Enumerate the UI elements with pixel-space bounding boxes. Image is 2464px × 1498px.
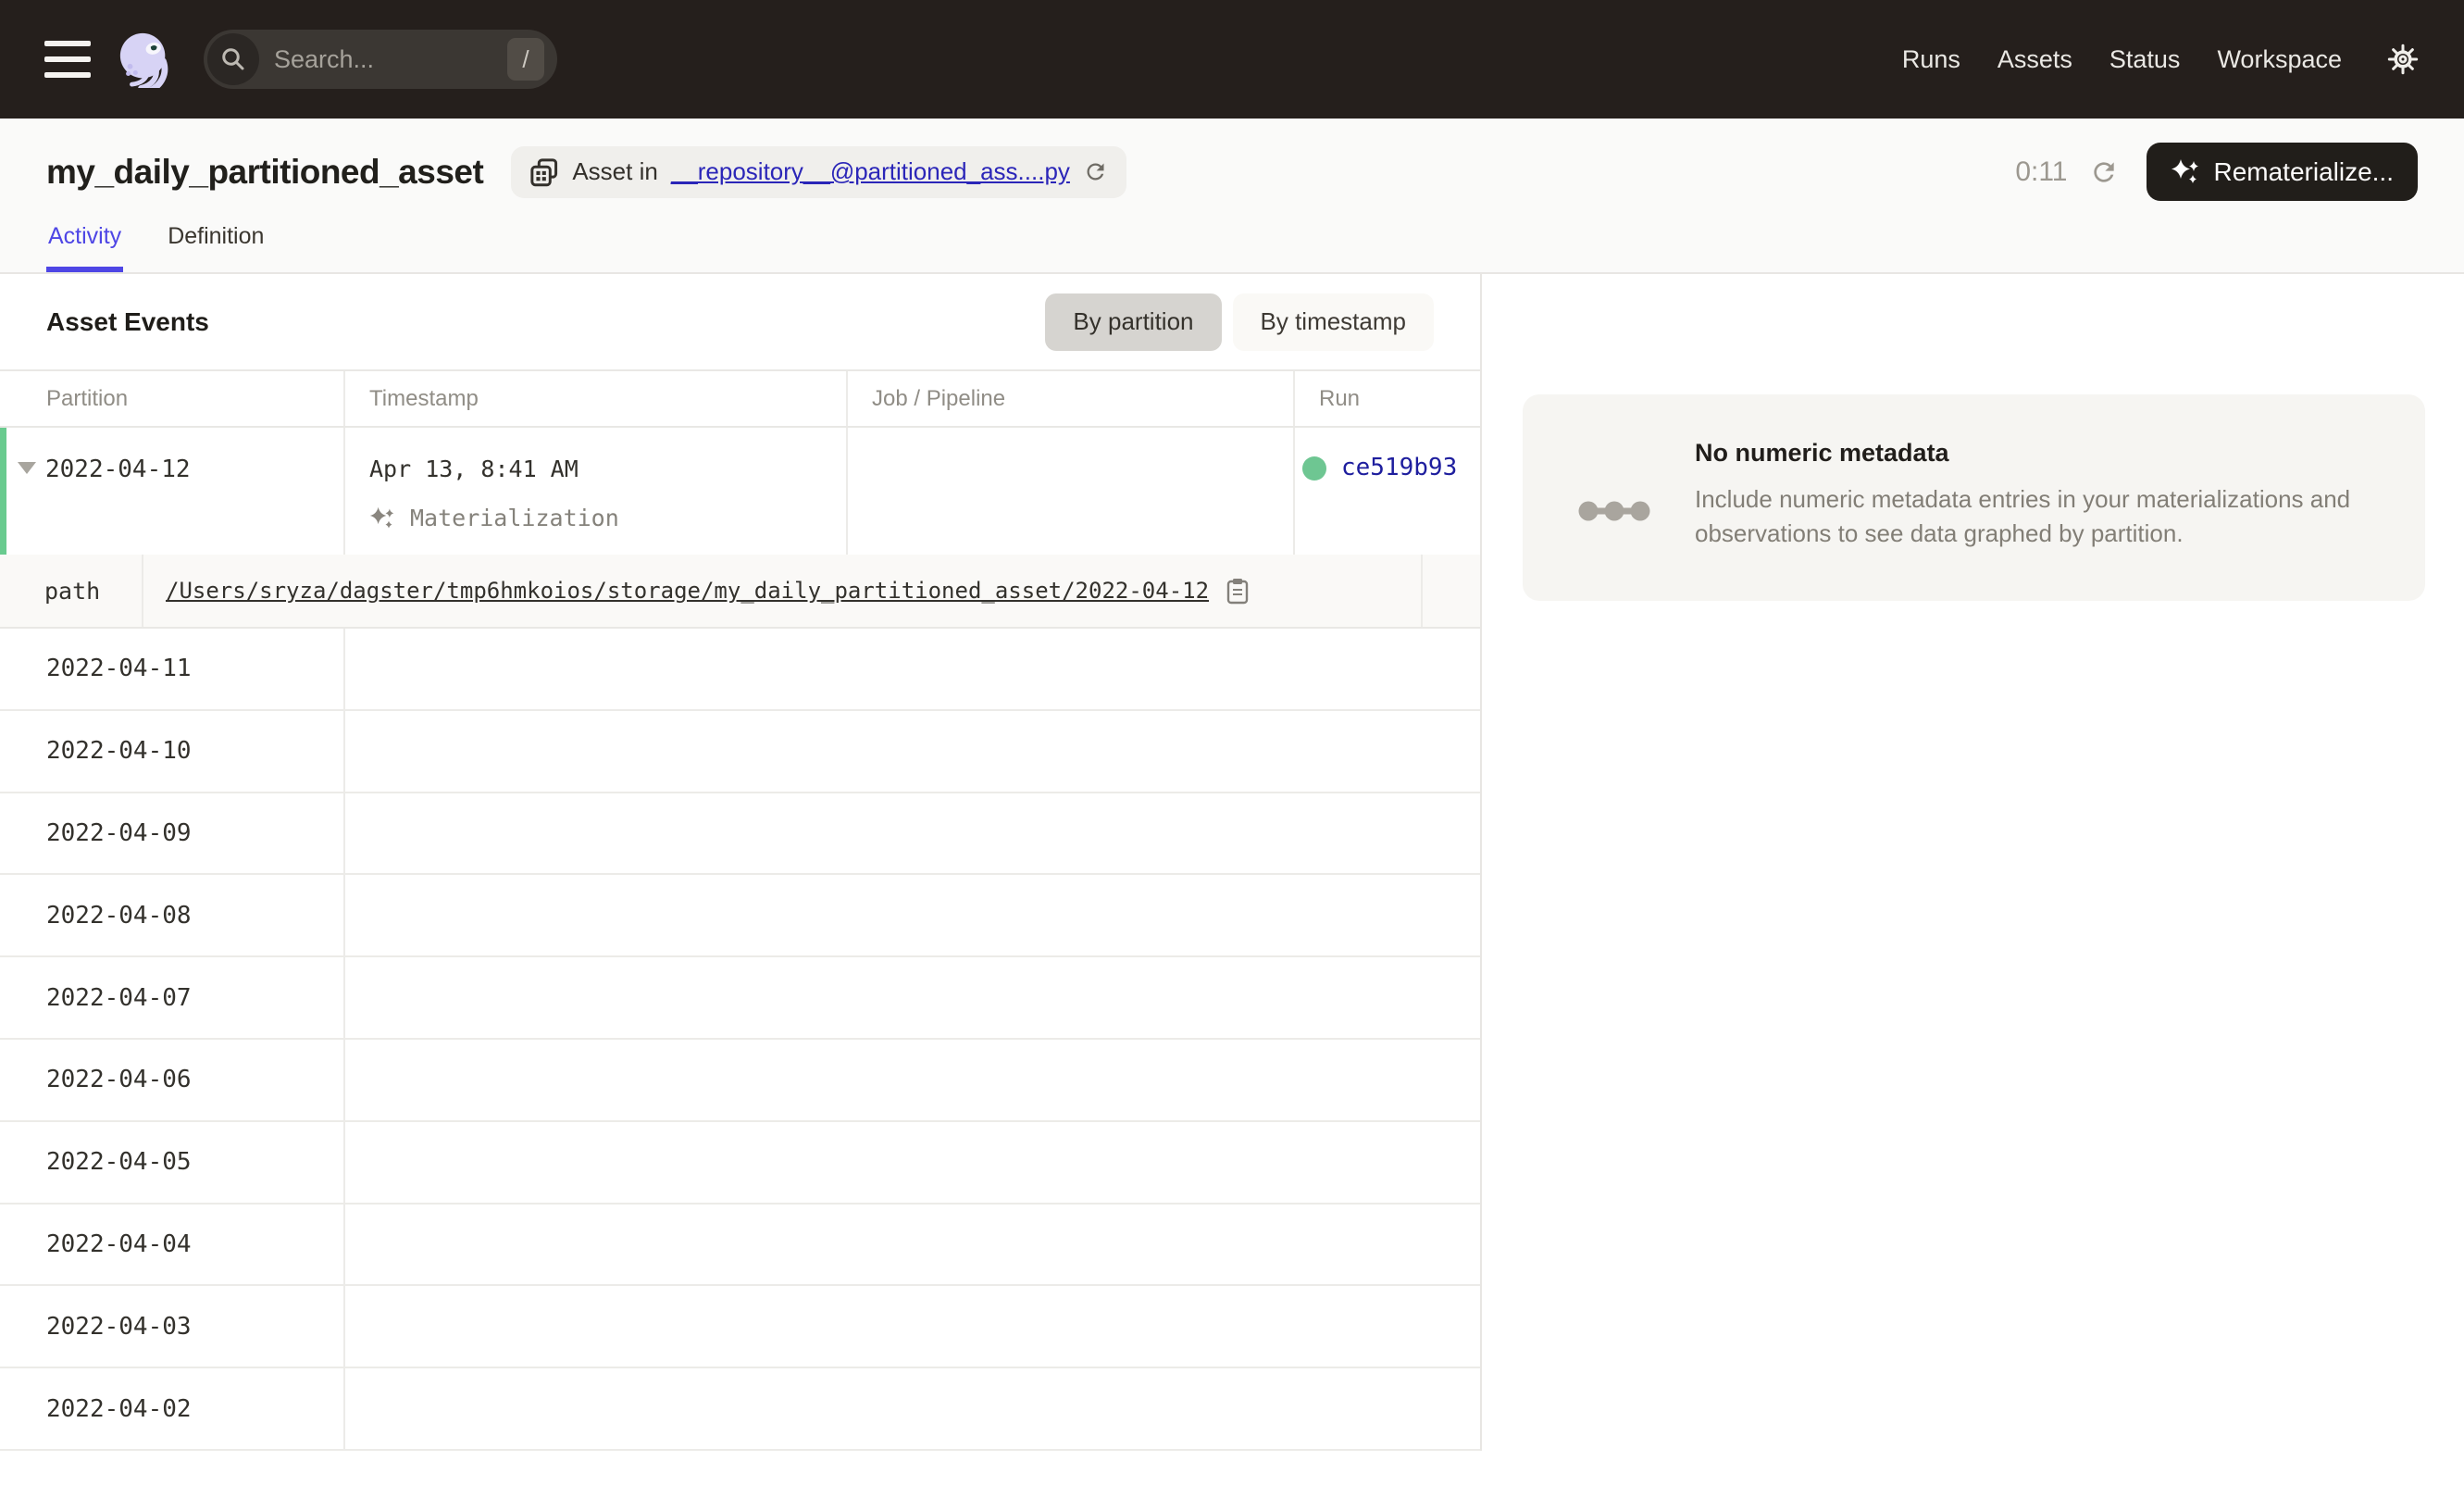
asset-in-label: Asset in bbox=[572, 157, 658, 186]
column-header-partition: Partition bbox=[0, 371, 345, 426]
asset-events-panel: Asset Events By partition By timestamp P… bbox=[0, 274, 1482, 1451]
partition-label: 2022-04-06 bbox=[46, 1066, 192, 1093]
nav-link-status[interactable]: Status bbox=[2109, 45, 2181, 74]
job-pipeline-cell bbox=[848, 428, 1295, 555]
dagster-logo[interactable] bbox=[117, 31, 174, 88]
partition-label: 2022-04-09 bbox=[46, 819, 192, 847]
partition-label: 2022-04-02 bbox=[46, 1395, 192, 1423]
tab-definition[interactable]: Definition bbox=[166, 223, 266, 272]
partition-row-expanded[interactable]: 2022-04-12 Apr 13, 8:41 AM Materializati… bbox=[0, 428, 1480, 555]
partition-row[interactable]: 2022-04-02 bbox=[0, 1368, 1480, 1451]
graph-beads-icon bbox=[1578, 496, 1650, 526]
partition-label: 2022-04-10 bbox=[46, 737, 192, 765]
partition-label: 2022-04-08 bbox=[46, 902, 192, 930]
partition-metadata-panel: No numeric metadata Include numeric meta… bbox=[1482, 274, 2464, 1451]
page-title: my_daily_partitioned_asset bbox=[46, 153, 483, 192]
partition-label: 2022-04-11 bbox=[46, 655, 192, 682]
partition-row[interactable]: 2022-04-05 bbox=[0, 1122, 1480, 1205]
column-header-run: Run bbox=[1295, 371, 1480, 426]
run-status-dot bbox=[1302, 456, 1326, 481]
column-header-job-pipeline: Job / Pipeline bbox=[848, 371, 1295, 426]
partition-label: 2022-04-12 bbox=[45, 456, 191, 483]
event-type-label: Materialization bbox=[410, 505, 619, 531]
search-bar[interactable]: / bbox=[204, 30, 557, 89]
partition-label: 2022-04-04 bbox=[46, 1230, 192, 1258]
column-header-timestamp: Timestamp bbox=[345, 371, 848, 426]
dagster-app: / Runs Assets Status Workspace bbox=[0, 0, 2464, 1498]
no-numeric-metadata-card: No numeric metadata Include numeric meta… bbox=[1523, 394, 2425, 601]
nav-link-runs[interactable]: Runs bbox=[1902, 45, 1960, 74]
partition-row[interactable]: 2022-04-10 bbox=[0, 711, 1480, 793]
top-nav: / Runs Assets Status Workspace bbox=[0, 0, 2464, 119]
events-view-toggle: By partition By timestamp bbox=[1045, 293, 1434, 351]
metadata-path-row: path /Users/sryza/dagster/tmp6hmkoios/st… bbox=[0, 555, 1480, 629]
refresh-icon[interactable] bbox=[2089, 157, 2119, 187]
partition-row[interactable]: 2022-04-09 bbox=[0, 793, 1480, 876]
partition-row[interactable]: 2022-04-03 bbox=[0, 1286, 1480, 1368]
asset-in-badge: Asset in __repository__@partitioned_ass.… bbox=[511, 146, 1126, 198]
reload-definition-icon[interactable] bbox=[1083, 159, 1108, 184]
search-shortcut-badge: / bbox=[507, 38, 544, 81]
collapse-caret-icon[interactable] bbox=[18, 462, 36, 474]
search-icon bbox=[207, 33, 259, 85]
partition-label: 2022-04-03 bbox=[46, 1313, 192, 1341]
nav-links: Runs Assets Status Workspace bbox=[1902, 43, 2420, 76]
event-timestamp: Apr 13, 8:41 AM bbox=[369, 456, 579, 482]
metadata-card-title: No numeric metadata bbox=[1695, 439, 2370, 468]
by-partition-button[interactable]: By partition bbox=[1045, 293, 1221, 351]
tab-bar: Activity Definition bbox=[46, 223, 2418, 272]
asset-repository-link[interactable]: __repository__@partitioned_ass....py bbox=[671, 157, 1070, 186]
copy-path-icon[interactable] bbox=[1226, 577, 1250, 605]
page-header: my_daily_partitioned_asset Asset in __re… bbox=[0, 119, 2464, 274]
metadata-card-body: Include numeric metadata entries in your… bbox=[1695, 482, 2370, 551]
by-timestamp-button[interactable]: By timestamp bbox=[1233, 293, 1435, 351]
run-id-link[interactable]: ce519b93 bbox=[1341, 454, 1457, 481]
rematerialize-button[interactable]: Rematerialize... bbox=[2147, 143, 2418, 201]
metadata-path-link[interactable]: /Users/sryza/dagster/tmp6hmkoios/storage… bbox=[166, 578, 1209, 604]
settings-gear-icon[interactable] bbox=[2386, 43, 2420, 76]
partition-row[interactable]: 2022-04-08 bbox=[0, 875, 1480, 957]
materialized-indicator-strip bbox=[0, 428, 6, 555]
hamburger-menu-icon[interactable] bbox=[44, 41, 91, 78]
asset-group-icon bbox=[529, 157, 559, 187]
partition-row[interactable]: 2022-04-11 bbox=[0, 629, 1480, 711]
nav-link-workspace[interactable]: Workspace bbox=[2217, 45, 2342, 74]
asset-events-heading: Asset Events bbox=[46, 307, 209, 337]
search-input[interactable] bbox=[274, 45, 441, 74]
tab-activity[interactable]: Activity bbox=[46, 223, 123, 272]
partition-row[interactable]: 2022-04-06 bbox=[0, 1040, 1480, 1122]
sparkle-icon bbox=[2171, 158, 2200, 186]
partition-label: 2022-04-05 bbox=[46, 1148, 192, 1176]
partition-label: 2022-04-07 bbox=[46, 984, 192, 1012]
materialization-sparkle-icon bbox=[369, 506, 395, 531]
metadata-key-label: path bbox=[0, 555, 143, 627]
refresh-timer: 0:11 bbox=[2015, 156, 2067, 188]
partition-row[interactable]: 2022-04-04 bbox=[0, 1205, 1480, 1287]
partition-row[interactable]: 2022-04-07 bbox=[0, 957, 1480, 1040]
events-table-header: Partition Timestamp Job / Pipeline Run bbox=[0, 369, 1480, 428]
nav-link-assets[interactable]: Assets bbox=[1997, 45, 2072, 74]
